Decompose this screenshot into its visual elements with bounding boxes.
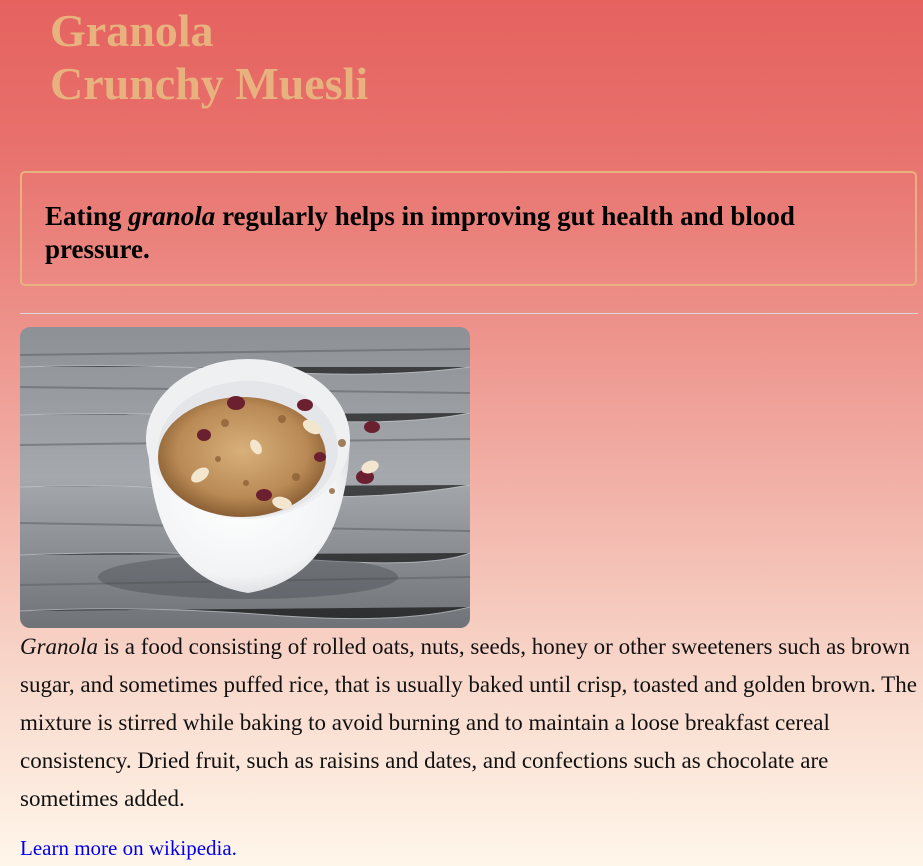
callout-emphasis: granola [128,201,216,231]
page-title: Granola Crunchy Muesli [50,4,368,110]
title-line-2: Crunchy Muesli [50,58,369,109]
callout-text: Eating granola regularly helps in improv… [45,200,895,266]
granola-description: Granola is a food consisting of rolled o… [20,628,918,818]
description-emphasis: Granola [20,634,98,659]
description-text: is a food consisting of rolled oats, nut… [20,634,917,811]
health-callout: Eating granola regularly helps in improv… [20,171,917,286]
title-line-1: Granola [50,5,214,56]
granola-image [20,327,470,628]
callout-prefix: Eating [45,201,129,231]
divider [20,313,918,314]
wikipedia-link[interactable]: Learn more on wikipedia. [20,835,237,861]
